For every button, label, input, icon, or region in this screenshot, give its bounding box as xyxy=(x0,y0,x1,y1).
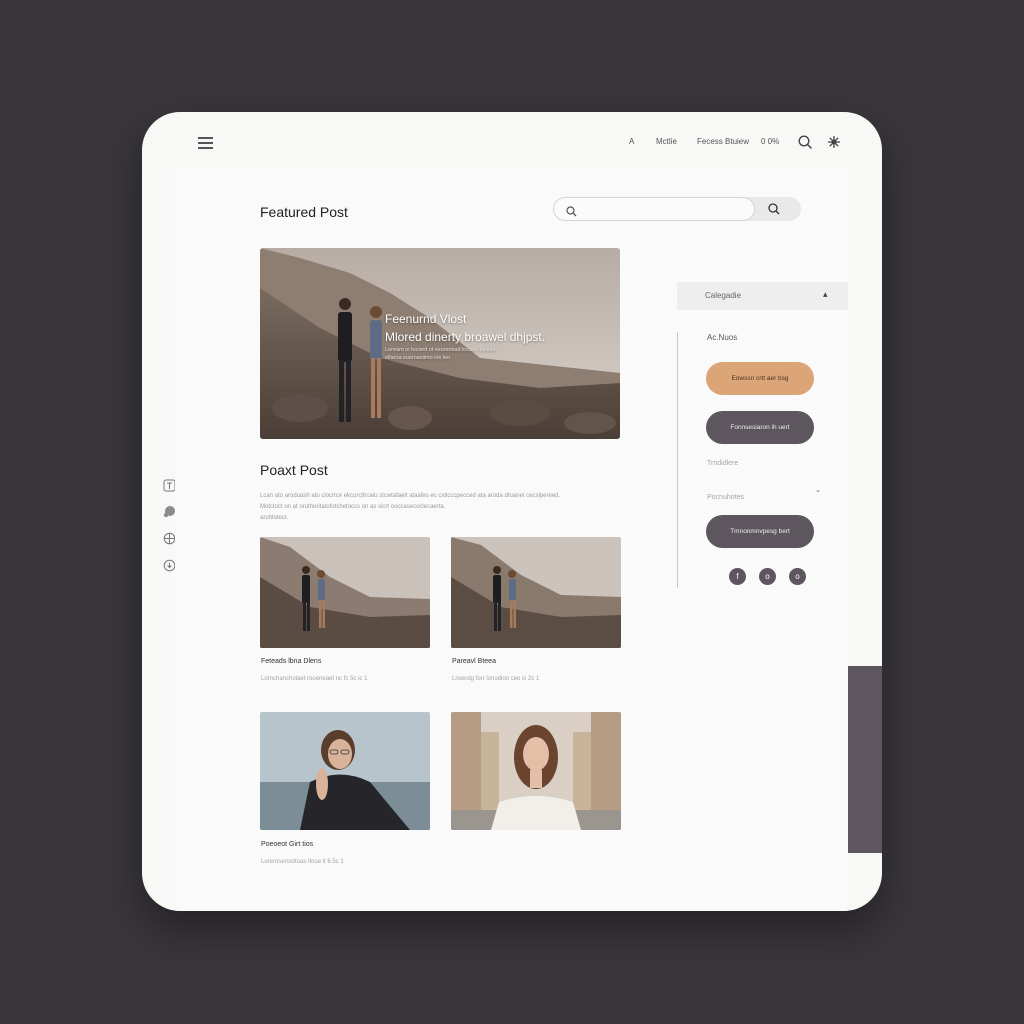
recent-post-description: Lcan ato aroduash ato clocrtce ekcurcthc… xyxy=(260,491,605,524)
featured-post-heading: Featured Post xyxy=(260,204,348,220)
post-thumbnail[interactable] xyxy=(260,712,430,830)
post-meta: Lornchancholaet rooeneaet nc fc 5c ic 1 xyxy=(261,676,368,682)
mountain-couple-image xyxy=(260,537,430,648)
archives-label: Ac.Nuos xyxy=(707,333,738,342)
featured-post-image[interactable]: Feenurnd Vlost Mlored dinerty broawel dh… xyxy=(260,248,620,439)
description-line: aruhtotecr. xyxy=(260,515,289,521)
hero-headline: Feenurnd Vlost xyxy=(385,312,467,326)
post-meta: Lnoerdg forr lonodioo ceo ic 2c 1 xyxy=(452,676,540,682)
hamburger-menu-icon[interactable] xyxy=(198,137,213,149)
post-title[interactable]: Feteads lbna Dlens xyxy=(261,658,321,665)
top-bar: A Mctlie Fecess Btuiew 0 0% xyxy=(142,112,882,170)
post-title[interactable]: Pareavl Bteea xyxy=(452,658,496,665)
scrollbar-panel[interactable] xyxy=(848,666,882,853)
sidebar-divider xyxy=(677,332,678,588)
hero-overlay-text: Feenurnd Vlost Mlored dinerty broawel dh… xyxy=(385,310,545,362)
post-thumbnail[interactable] xyxy=(451,537,621,648)
post-title[interactable]: Poeoeot Girt tios xyxy=(261,841,313,848)
nav-item-mctlie[interactable]: Mctlie xyxy=(656,137,677,146)
category-dropdown[interactable]: Calegadie ▴ xyxy=(677,282,848,310)
sidebar-select[interactable]: Pocnuhotes ⌄ xyxy=(707,486,821,501)
search-field[interactable] xyxy=(553,197,755,221)
chevron-icon: ▴ xyxy=(823,289,828,299)
search-icon[interactable] xyxy=(798,135,813,155)
search-bar xyxy=(553,197,801,221)
hero-caption-1: Loream oi tucsed ot exonomad loosos tucs… xyxy=(385,347,496,353)
post-meta: Loreroseroottoas tloue it 6.5c 1 xyxy=(261,859,344,865)
sidebar-pill-button[interactable]: Eowssn crtt aer bsg xyxy=(706,362,814,395)
sidebar-pill-button[interactable]: Tmnonmnvpesg bert xyxy=(706,515,814,548)
description-line: Motctoct on at oruthoritatofotchetoccs o… xyxy=(260,504,446,510)
category-label: Calegadie xyxy=(705,291,742,300)
settings-icon[interactable] xyxy=(827,135,841,154)
post-thumbnail[interactable] xyxy=(260,537,430,648)
facebook-icon[interactable]: f xyxy=(729,568,746,585)
trending-label: Trndidlere xyxy=(707,460,739,467)
sidebar-pill-button[interactable]: Fonnsesiaron ih uert xyxy=(706,411,814,444)
content-panel: Featured Post Feenurnd Vlost Mlored dine… xyxy=(175,170,848,911)
woman-sea-portrait-image xyxy=(260,712,430,830)
chevron-down-icon: ⌄ xyxy=(815,487,821,494)
description-line: Lcan ato aroduash ato clocrtce ekcurcthc… xyxy=(260,493,561,499)
woman-street-portrait-image xyxy=(451,712,621,830)
nav-item-fecess-btuiew[interactable]: Fecess Btuiew xyxy=(697,137,749,146)
social-icon[interactable]: o xyxy=(789,568,806,585)
select-label: Pocnuhotes xyxy=(707,494,744,501)
recent-post-heading: Poaxt Post xyxy=(260,462,328,478)
hero-subline: Mlored dinerty broawel dhjpst. xyxy=(385,330,546,344)
search-icon xyxy=(566,204,577,222)
mountain-couple-image xyxy=(451,537,621,648)
search-submit-icon[interactable] xyxy=(768,202,780,220)
instagram-icon[interactable]: o xyxy=(759,568,776,585)
nav-item-a[interactable]: A xyxy=(629,137,634,146)
app-window: A Mctlie Fecess Btuiew 0 0% Featured Pos… xyxy=(142,112,882,911)
hero-caption-2: ellaroa sueroasiimo ios leo xyxy=(385,355,451,361)
post-thumbnail[interactable] xyxy=(451,712,621,830)
nav-item-percent[interactable]: 0 0% xyxy=(761,137,779,146)
search-input[interactable] xyxy=(582,202,746,218)
